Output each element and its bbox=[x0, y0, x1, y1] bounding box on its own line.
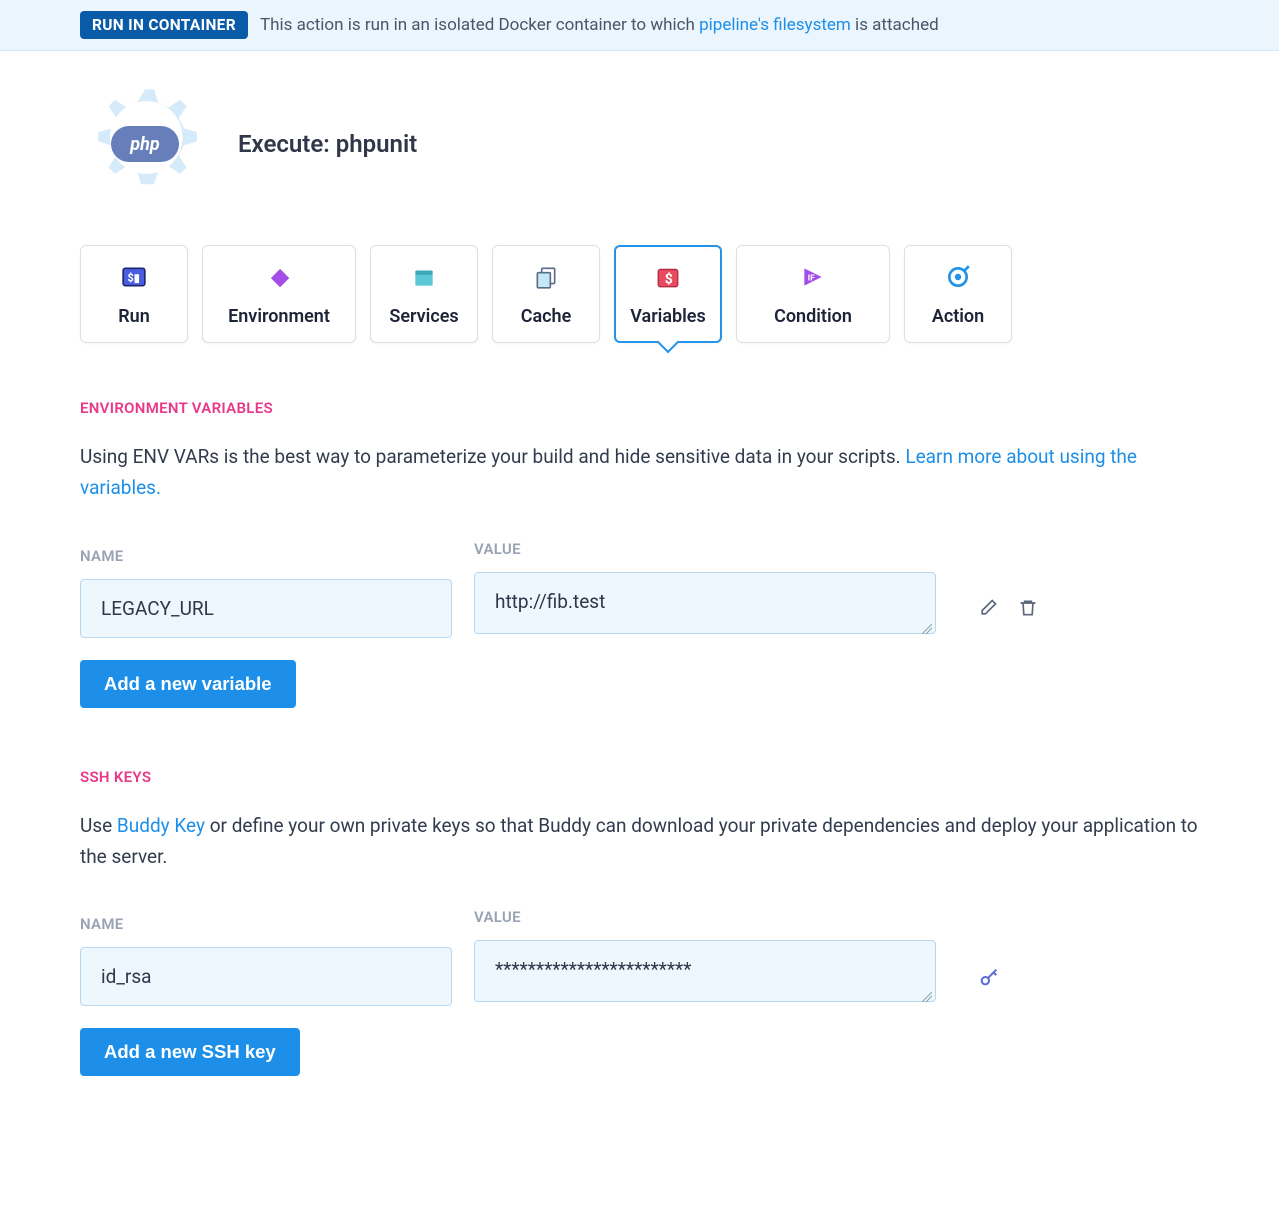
dollar-icon: $ bbox=[653, 262, 683, 292]
value-column-label: VALUE bbox=[474, 908, 936, 926]
env-name-input[interactable] bbox=[80, 579, 452, 638]
tab-variables[interactable]: $ Variables bbox=[614, 245, 722, 343]
tab-label: Environment bbox=[228, 306, 330, 327]
key-icon[interactable] bbox=[978, 966, 1000, 988]
ssh-description: Use Buddy Key or define your own private… bbox=[80, 810, 1199, 873]
box-icon bbox=[409, 262, 439, 292]
banner-text: This action is run in an isolated Docker… bbox=[260, 15, 939, 35]
copy-icon bbox=[531, 262, 561, 292]
tab-label: Services bbox=[389, 306, 458, 327]
buddy-key-link[interactable]: Buddy Key bbox=[117, 814, 205, 837]
svg-text:$: $ bbox=[665, 270, 673, 287]
page-title: Execute: phpunit bbox=[238, 130, 417, 158]
add-variable-button[interactable]: Add a new variable bbox=[80, 660, 296, 708]
env-value-input[interactable] bbox=[474, 572, 936, 634]
tab-label: Variables bbox=[630, 306, 706, 327]
ssh-name-input[interactable] bbox=[80, 947, 452, 1006]
tab-label: Cache bbox=[521, 306, 572, 327]
ssh-value-input[interactable] bbox=[474, 940, 936, 1002]
play-icon: IF bbox=[798, 262, 828, 292]
svg-text:IF: IF bbox=[808, 273, 816, 283]
edit-icon[interactable] bbox=[978, 598, 1000, 620]
pipeline-filesystem-link[interactable]: pipeline's filesystem bbox=[699, 15, 851, 35]
tab-label: Condition bbox=[774, 306, 852, 327]
tab-cache[interactable]: Cache bbox=[492, 245, 600, 343]
page-header: php Execute: phpunit bbox=[80, 79, 1199, 209]
svg-text:$▮: $▮ bbox=[128, 271, 140, 284]
action-gear-icon bbox=[943, 262, 973, 292]
tab-label: Action bbox=[932, 306, 984, 327]
name-column-label: NAME bbox=[80, 915, 452, 933]
environment-variables-section: ENVIRONMENT VARIABLES Using ENV VARs is … bbox=[80, 399, 1199, 708]
tab-environment[interactable]: Environment bbox=[202, 245, 356, 343]
tabs-container: $▮ Run Environment Services Cache $ bbox=[80, 245, 1199, 343]
env-description: Using ENV VARs is the best way to parame… bbox=[80, 441, 1199, 504]
php-gear-logo: php bbox=[80, 79, 210, 209]
php-logo: php bbox=[111, 126, 179, 162]
tab-label: Run bbox=[118, 306, 150, 327]
add-ssh-key-button[interactable]: Add a new SSH key bbox=[80, 1028, 300, 1076]
container-banner: RUN IN CONTAINER This action is run in a… bbox=[0, 0, 1279, 51]
terminal-icon: $▮ bbox=[119, 262, 149, 292]
section-title: ENVIRONMENT VARIABLES bbox=[80, 399, 1199, 417]
delete-icon[interactable] bbox=[1018, 598, 1040, 620]
run-in-container-badge: RUN IN CONTAINER bbox=[80, 11, 248, 39]
tab-services[interactable]: Services bbox=[370, 245, 478, 343]
section-title: SSH KEYS bbox=[80, 768, 1199, 786]
tab-action[interactable]: Action bbox=[904, 245, 1012, 343]
name-column-label: NAME bbox=[80, 547, 452, 565]
env-var-row: NAME VALUE bbox=[80, 540, 1199, 638]
ssh-keys-section: SSH KEYS Use Buddy Key or define your ow… bbox=[80, 768, 1199, 1077]
diamond-icon bbox=[264, 262, 294, 292]
tab-run[interactable]: $▮ Run bbox=[80, 245, 188, 343]
tab-condition[interactable]: IF Condition bbox=[736, 245, 890, 343]
value-column-label: VALUE bbox=[474, 540, 936, 558]
ssh-key-row: NAME VALUE bbox=[80, 908, 1199, 1006]
